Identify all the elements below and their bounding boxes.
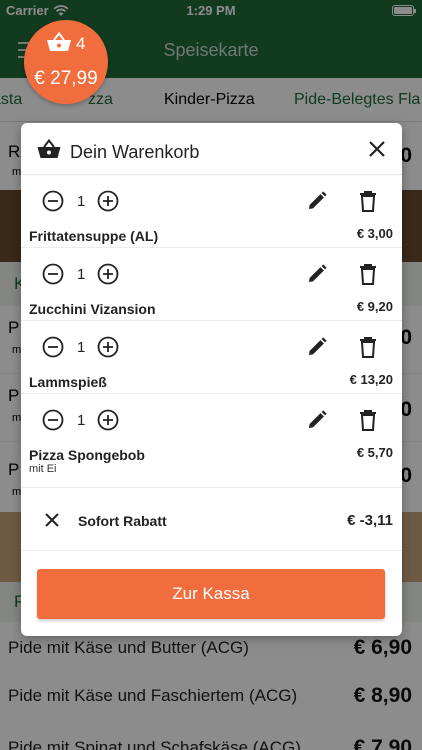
checkout-button[interactable]: Zur Kassa — [37, 569, 385, 619]
item-price: € 13,20 — [349, 372, 393, 387]
quantity-value: 1 — [77, 339, 86, 356]
quantity-value: 1 — [77, 266, 86, 283]
cart-title: Dein Warenkorb — [70, 142, 200, 162]
cart-dialog-header: Dein Warenkorb — [21, 123, 402, 175]
plus-circle-icon[interactable] — [97, 409, 119, 431]
trash-icon[interactable] — [358, 336, 378, 358]
pencil-icon[interactable] — [307, 410, 327, 430]
close-icon[interactable] — [366, 138, 388, 160]
cart-item: 1 Lammspieß € 13,20 — [21, 321, 402, 394]
item-name: Zucchini Vizansion — [29, 301, 156, 317]
trash-icon[interactable] — [358, 263, 378, 285]
basket-icon — [37, 139, 61, 158]
basket-icon — [47, 32, 71, 51]
discount-value: € -3,11 — [347, 512, 393, 529]
minus-circle-icon[interactable] — [42, 409, 64, 431]
cart-total: € 27,99 — [34, 68, 98, 89]
item-price: € 9,20 — [356, 299, 393, 314]
item-name: Pizza Spongebob — [29, 447, 145, 463]
item-note: mit Ei — [29, 463, 57, 475]
item-price: € 3,00 — [356, 226, 393, 241]
minus-circle-icon[interactable] — [42, 263, 64, 285]
item-price: € 5,70 — [356, 445, 393, 460]
minus-circle-icon[interactable] — [42, 190, 64, 212]
cart-badge-button[interactable]: 4 € 27,99 — [24, 20, 108, 104]
cart-count: 4 — [76, 34, 86, 53]
x-icon[interactable] — [43, 511, 61, 529]
minus-circle-icon[interactable] — [42, 336, 64, 358]
plus-circle-icon[interactable] — [97, 190, 119, 212]
pencil-icon[interactable] — [307, 337, 327, 357]
cart-dialog: Dein Warenkorb 1 Frittatensuppe (AL) € 3… — [21, 123, 402, 636]
discount-label: Sofort Rabatt — [78, 513, 167, 529]
trash-icon[interactable] — [358, 190, 378, 212]
trash-icon[interactable] — [358, 409, 378, 431]
item-name: Frittatensuppe (AL) — [29, 228, 159, 244]
item-name: Lammspieß — [29, 374, 107, 390]
plus-circle-icon[interactable] — [97, 263, 119, 285]
discount-row: Sofort Rabatt € -3,11 — [21, 493, 402, 551]
cart-item: 1 Pizza Spongebob € 5,70 mit Ei — [21, 394, 402, 488]
cart-item: 1 Frittatensuppe (AL) € 3,00 — [21, 175, 402, 248]
quantity-value: 1 — [77, 193, 86, 210]
pencil-icon[interactable] — [307, 191, 327, 211]
quantity-value: 1 — [77, 412, 86, 429]
pencil-icon[interactable] — [307, 264, 327, 284]
plus-circle-icon[interactable] — [97, 336, 119, 358]
cart-item: 1 Zucchini Vizansion € 9,20 — [21, 248, 402, 321]
